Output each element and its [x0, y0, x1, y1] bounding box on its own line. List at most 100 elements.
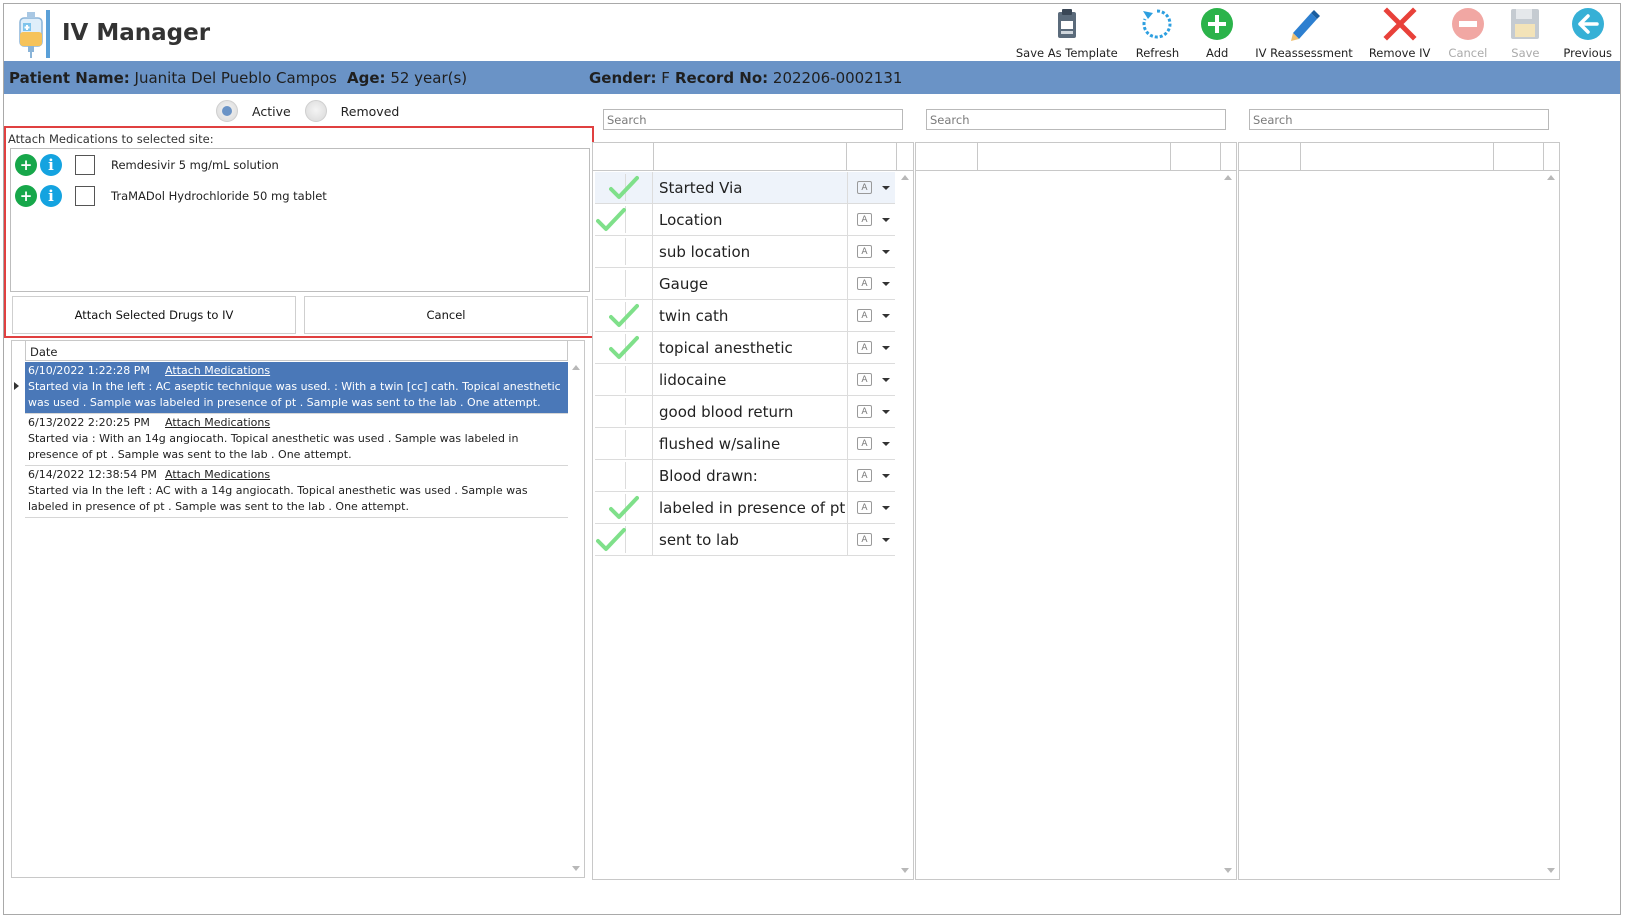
remove-iv-button[interactable]: Remove IV	[1365, 6, 1435, 62]
search-input-3[interactable]	[1249, 109, 1549, 130]
scroll-down-icon[interactable]	[1547, 868, 1555, 873]
observation-notes-dropdown[interactable]: A	[847, 524, 895, 555]
previous-button[interactable]: Previous	[1559, 6, 1616, 62]
save-as-template-button[interactable]: Save As Template	[1012, 6, 1122, 62]
observation-notes-dropdown[interactable]: A	[847, 492, 895, 523]
observation-row[interactable]: lidocaine A	[595, 364, 895, 396]
add-button[interactable]: Add	[1195, 6, 1239, 62]
chevron-down-icon[interactable]	[882, 410, 890, 414]
observation-checkbox[interactable]	[625, 526, 653, 553]
chevron-down-icon[interactable]	[882, 538, 890, 542]
observation-notes-dropdown[interactable]: A	[847, 428, 895, 459]
observation-check-cell[interactable]	[595, 460, 653, 491]
notes-icon[interactable]: A	[857, 277, 872, 290]
chevron-down-icon[interactable]	[882, 442, 890, 446]
history-row[interactable]: 6/14/2022 12:38:54 PM Attach Medications…	[25, 466, 568, 518]
search-input-1[interactable]	[603, 109, 903, 130]
scroll-up-icon[interactable]	[1547, 175, 1555, 180]
observation-row[interactable]: sent to lab A	[595, 524, 895, 556]
scroll-down-icon[interactable]	[572, 866, 580, 871]
observation-row[interactable]: twin cath A	[595, 300, 895, 332]
chevron-down-icon[interactable]	[882, 346, 890, 350]
attach-medications-link[interactable]: Attach Medications	[165, 467, 270, 483]
observation-checkbox[interactable]	[625, 398, 653, 425]
add-medication-icon[interactable]: +	[15, 185, 37, 207]
info-icon[interactable]: i	[40, 185, 62, 207]
observation-checkbox[interactable]	[625, 270, 653, 297]
scroll-up-icon[interactable]	[901, 175, 909, 180]
grid-header-cell[interactable]	[593, 143, 654, 171]
notes-icon[interactable]: A	[857, 533, 872, 546]
observation-check-cell[interactable]	[595, 204, 653, 235]
grid-header-cell[interactable]	[1239, 143, 1301, 171]
chevron-down-icon[interactable]	[882, 506, 890, 510]
notes-icon[interactable]: A	[857, 501, 872, 514]
chevron-down-icon[interactable]	[882, 314, 890, 318]
observation-notes-dropdown[interactable]: A	[847, 236, 895, 267]
chevron-down-icon[interactable]	[882, 218, 890, 222]
scroll-down-icon[interactable]	[901, 868, 909, 873]
observation-notes-dropdown[interactable]: A	[847, 396, 895, 427]
observation-checkbox[interactable]	[625, 430, 653, 457]
observation-row[interactable]: labeled in presence of pt A	[595, 492, 895, 524]
notes-icon[interactable]: A	[857, 181, 872, 194]
observation-notes-dropdown[interactable]: A	[847, 364, 895, 395]
grid-header-cell[interactable]	[654, 143, 847, 171]
observation-check-cell[interactable]	[595, 364, 653, 395]
removed-radio[interactable]	[304, 100, 327, 122]
save-toolbar-button[interactable]: Save	[1503, 6, 1547, 62]
search-input-2[interactable]	[926, 109, 1226, 130]
notes-icon[interactable]: A	[857, 213, 872, 226]
observation-row[interactable]: Blood drawn: A	[595, 460, 895, 492]
grid-header-cell[interactable]	[1494, 143, 1544, 171]
observation-check-cell[interactable]	[595, 396, 653, 427]
attach-medications-link[interactable]: Attach Medications	[165, 415, 270, 431]
chevron-down-icon[interactable]	[882, 474, 890, 478]
observation-notes-dropdown[interactable]: A	[847, 332, 895, 363]
tertiary-scrollbar[interactable]	[1545, 171, 1557, 877]
grid-header-cell[interactable]	[1171, 143, 1221, 171]
attach-selected-drugs-button[interactable]: Attach Selected Drugs to IV	[12, 296, 296, 334]
grid-header-cell[interactable]	[916, 143, 978, 171]
medication-checkbox[interactable]	[75, 155, 95, 175]
observation-notes-dropdown[interactable]: A	[847, 172, 895, 203]
observation-check-cell[interactable]	[595, 492, 653, 523]
observation-check-cell[interactable]	[595, 332, 653, 363]
observation-row[interactable]: topical anesthetic A	[595, 332, 895, 364]
observation-checkbox[interactable]	[625, 462, 653, 489]
chevron-down-icon[interactable]	[882, 186, 890, 190]
observation-check-cell[interactable]	[595, 236, 653, 267]
notes-icon[interactable]: A	[857, 245, 872, 258]
scroll-up-icon[interactable]	[572, 365, 580, 370]
history-scrollbar[interactable]	[570, 361, 582, 875]
history-row[interactable]: 6/13/2022 2:20:25 PM Attach Medications …	[25, 414, 568, 466]
observation-notes-dropdown[interactable]: A	[847, 460, 895, 491]
attach-cancel-button[interactable]: Cancel	[304, 296, 588, 334]
notes-icon[interactable]: A	[857, 405, 872, 418]
observation-checkbox[interactable]	[625, 206, 653, 233]
secondary-scrollbar[interactable]	[1222, 171, 1234, 877]
notes-icon[interactable]: A	[857, 309, 872, 322]
observation-row[interactable]: flushed w/saline A	[595, 428, 895, 460]
medication-checkbox[interactable]	[75, 186, 95, 206]
chevron-down-icon[interactable]	[882, 282, 890, 286]
scroll-up-icon[interactable]	[1224, 175, 1232, 180]
scroll-down-icon[interactable]	[1224, 868, 1232, 873]
observation-check-cell[interactable]	[595, 300, 653, 331]
active-radio[interactable]	[216, 100, 238, 122]
observation-check-cell[interactable]	[595, 268, 653, 299]
observation-notes-dropdown[interactable]: A	[847, 300, 895, 331]
observation-checkbox[interactable]	[625, 238, 653, 265]
history-row[interactable]: 6/10/2022 1:22:28 PM Attach Medications …	[14, 362, 568, 414]
notes-icon[interactable]: A	[857, 373, 872, 386]
grid-header-cell[interactable]	[847, 143, 897, 171]
observation-notes-dropdown[interactable]: A	[847, 268, 895, 299]
observation-scrollbar[interactable]	[899, 171, 911, 877]
observation-checkbox[interactable]	[625, 366, 653, 393]
observation-check-cell[interactable]	[595, 524, 653, 555]
grid-header-cell[interactable]	[978, 143, 1171, 171]
observation-row[interactable]: sub location A	[595, 236, 895, 268]
observation-row[interactable]: Gauge A	[595, 268, 895, 300]
observation-row[interactable]: good blood return A	[595, 396, 895, 428]
observation-row[interactable]: Location A	[595, 204, 895, 236]
